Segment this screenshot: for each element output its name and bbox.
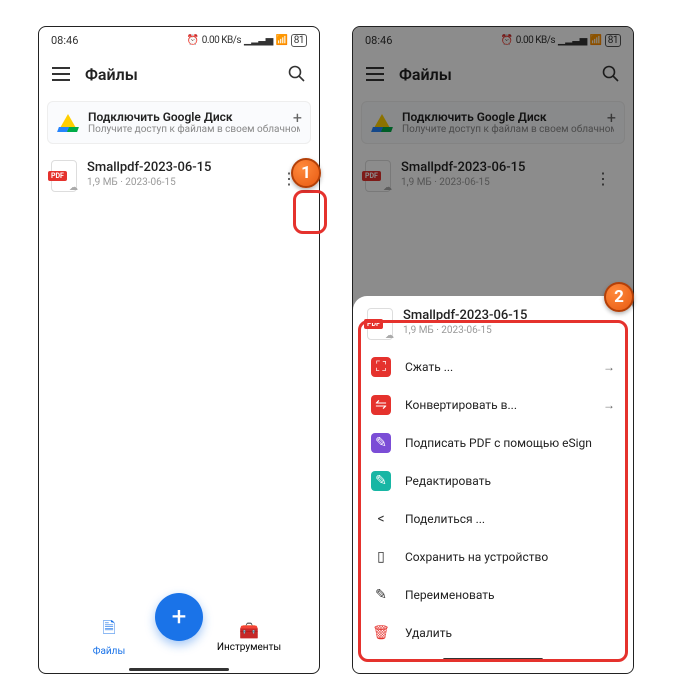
page-title: Файлы — [399, 65, 587, 84]
menu-icon[interactable] — [363, 62, 387, 86]
chevron-right-icon: → — [603, 360, 615, 374]
menu-item-label: Сжать ... — [405, 360, 453, 374]
pdf-icon — [51, 160, 77, 192]
menu-item-1[interactable]: ⇋ Конвертировать в... → — [361, 386, 625, 424]
banner-subtitle: Получите доступ к файлам в своем облачно… — [402, 124, 614, 135]
file-name: Smallpdf-2023-06-15 — [401, 160, 575, 175]
marker-2: 2 — [604, 282, 634, 312]
search-icon[interactable] — [285, 62, 309, 86]
banner-title: Подключить Google Диск — [88, 110, 300, 124]
status-bar: 08:46 ⏰0.00 KB/s▁▂▃▅📶81 — [353, 27, 633, 53]
banner-subtitle: Получите доступ к файлам в своем облачно… — [88, 124, 300, 135]
app-bar: Файлы — [39, 53, 319, 95]
menu-item-label: Переименовать — [405, 588, 495, 602]
menu-item-icon: ✎ — [371, 471, 391, 491]
menu-icon[interactable] — [49, 62, 73, 86]
google-drive-banner[interactable]: Подключить Google Диск Получите доступ к… — [361, 101, 625, 144]
home-indicator — [129, 668, 229, 671]
status-bar: 08:46 ⏰0.00 KB/s▁▂▃▅📶81 — [39, 27, 319, 53]
plus-icon[interactable]: + — [607, 108, 616, 127]
menu-item-2[interactable]: ✎ Подписать PDF с помощью eSign — [361, 424, 625, 462]
menu-item-icon: ⛶ — [371, 357, 391, 377]
menu-item-label: Удалить — [405, 626, 452, 640]
sheet-file-name: Smallpdf-2023-06-15 — [403, 308, 527, 323]
files-icon: 🗎 — [103, 617, 116, 644]
menu-item-label: Конвертировать в... — [405, 398, 517, 412]
menu-item-label: Подписать PDF с помощью eSign — [405, 436, 592, 450]
bottom-sheet: Smallpdf-2023-06-15 1,9 МБ · 2023-06-15 … — [353, 296, 633, 673]
menu-item-5[interactable]: ▯ Сохранить на устройство — [361, 538, 625, 576]
sheet-header: Smallpdf-2023-06-15 1,9 МБ · 2023-06-15 — [353, 296, 633, 348]
status-time: 08:46 — [365, 34, 392, 47]
menu-item-label: Поделиться ... — [405, 512, 485, 526]
page-title: Файлы — [85, 65, 273, 84]
menu-item-6[interactable]: ✎ Переименовать — [361, 576, 625, 614]
phone-right: 08:46 ⏰0.00 KB/s▁▂▃▅📶81 Файлы Подключить… — [352, 26, 634, 674]
menu-item-icon: ✎ — [371, 433, 391, 453]
home-indicator — [443, 658, 543, 661]
file-more-icon[interactable]: ⋮ — [585, 160, 621, 196]
menu-item-3[interactable]: ✎ Редактировать — [361, 462, 625, 500]
chevron-right-icon: → — [603, 398, 615, 412]
google-drive-banner[interactable]: Подключить Google Диск Получите доступ к… — [47, 101, 311, 144]
tools-icon: 🧰 — [239, 621, 259, 640]
pdf-icon — [367, 308, 393, 340]
plus-icon[interactable]: + — [293, 108, 302, 127]
status-icons: ⏰0.00 KB/s▁▂▃▅📶81 — [501, 34, 621, 47]
menu-item-0[interactable]: ⛶ Сжать ... → — [361, 348, 625, 386]
menu-item-7[interactable]: 🗑 Удалить — [361, 614, 625, 652]
file-row[interactable]: Smallpdf-2023-06-15 1,9 МБ · 2023-06-15 … — [353, 150, 633, 206]
action-menu: ⛶ Сжать ... → ⇋ Конвертировать в... → ✎ Подписа… — [353, 348, 633, 652]
drive-icon — [58, 114, 78, 132]
file-meta: 1,9 МБ · 2023-06-15 — [87, 177, 261, 188]
app-bar: Файлы — [353, 53, 633, 95]
menu-item-icon: 🗑 — [371, 623, 391, 643]
menu-item-icon: < — [371, 509, 391, 529]
search-icon[interactable] — [599, 62, 623, 86]
status-time: 08:46 — [51, 34, 78, 47]
menu-item-label: Сохранить на устройство — [405, 550, 548, 564]
marker-1: 1 — [291, 158, 321, 188]
menu-item-label: Редактировать — [405, 474, 491, 488]
menu-item-icon: ▯ — [371, 547, 391, 567]
file-meta: 1,9 МБ · 2023-06-15 — [401, 177, 575, 188]
menu-item-icon: ✎ — [371, 585, 391, 605]
status-icons: ⏰0.00 KB/s▁▂▃▅📶81 — [187, 34, 307, 47]
pdf-icon — [365, 160, 391, 192]
fab-add[interactable]: + — [155, 593, 203, 641]
sheet-file-meta: 1,9 МБ · 2023-06-15 — [403, 325, 527, 336]
file-row[interactable]: Smallpdf-2023-06-15 1,9 МБ · 2023-06-15 … — [39, 150, 319, 206]
phone-left: 08:46 ⏰0.00 KB/s▁▂▃▅📶81 Файлы Подключить… — [38, 26, 320, 674]
drive-icon — [372, 114, 392, 132]
banner-title: Подключить Google Диск — [402, 110, 614, 124]
file-name: Smallpdf-2023-06-15 — [87, 160, 261, 175]
menu-item-icon: ⇋ — [371, 395, 391, 415]
menu-item-4[interactable]: < Поделиться ... — [361, 500, 625, 538]
